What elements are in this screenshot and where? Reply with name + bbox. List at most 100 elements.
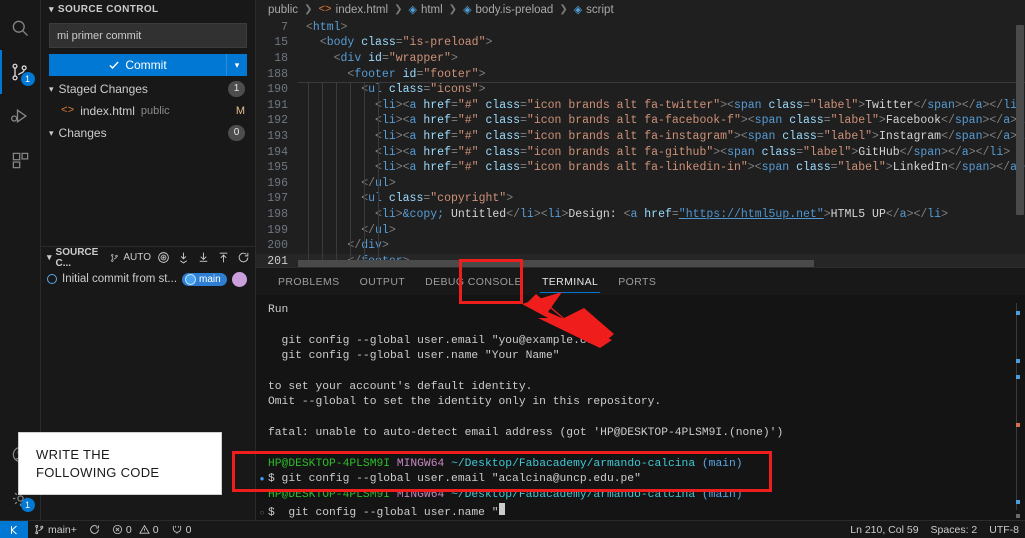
warning-icon [138,524,150,534]
refresh-icon[interactable] [237,251,250,264]
pull-icon[interactable] [197,251,210,264]
command-decoration-icon[interactable]: ○ [256,506,268,520]
chevron-down-icon[interactable]: ▾ [47,252,52,263]
source-control-graph-header: ▾ SOURCE C... Auto [41,246,255,269]
editor-and-panel: public ❯ <> index.html ❯ ◈ html ❯ ◈ body… [256,0,1025,520]
graph-commit-row[interactable]: Initial commit from st... main [41,268,255,290]
code-text: </ul> [361,223,396,237]
status-branch[interactable]: main+ [28,521,83,538]
code-line[interactable]: 15 <body class="is-preload"> [256,35,1025,51]
status-ports-count: 0 [185,523,192,536]
status-warning-count: 0 [152,523,159,536]
status-ports[interactable]: 0 [165,521,198,538]
code-line[interactable]: 190 <ul class="icons"> [256,82,1025,98]
code-text: <ul class="copyright"> [361,192,514,206]
terminal-command-line[interactable]: ● $ git config --global user.email "acalc… [256,472,1025,487]
status-indentation[interactable]: Spaces: 2 [925,521,984,538]
symbol-field-icon: ◈ [408,4,417,17]
commit-dropdown-chevron-down-icon[interactable]: ▾ [226,54,247,76]
commit-button[interactable]: Commit [49,54,226,76]
status-cursor-position[interactable]: Ln 210, Col 59 [844,521,924,538]
status-bar-right: Ln 210, Col 59 Spaces: 2 UTF-8 [844,521,1025,538]
terminal-line: git config --global user.name "Your Name… [268,350,560,363]
git-branch-icon [111,253,118,262]
code-line[interactable]: 18 <div id="wrapper"> [256,51,1025,67]
commit-message-input[interactable] [49,23,247,48]
breadcrumb-item-html[interactable]: html [421,4,443,16]
breadcrumb-item-script[interactable]: script [586,4,613,16]
sidebar-title-label: SOURCE CONTROL [57,4,159,15]
breadcrumb: public ❯ <> index.html ❯ ◈ html ❯ ◈ body… [256,0,1025,20]
chevron-down-icon: ▾ [49,83,54,94]
panel-tab-ports[interactable]: PORTS [608,268,666,295]
group-changes[interactable]: ▾ Changes 0 [41,122,255,144]
code-line[interactable]: 192 <li><a href="#" class="icon brands a… [256,113,1025,129]
terminal-overview-ruler[interactable] [1013,295,1023,520]
terminal-command-line[interactable]: ○ $ git config --global user.name " [256,503,1025,520]
editor-vertical-scrollbar[interactable] [1015,20,1025,267]
code-line[interactable]: 7 <html> [256,20,1025,36]
branch-chip[interactable]: main [182,272,227,286]
terminal-line: fatal: unable to auto-detect email addre… [268,427,784,440]
annotation-note-box: WRITE THE FOLLOWING CODE [18,432,222,495]
panel-tab-output[interactable]: OUTPUT [350,268,416,295]
history-icon[interactable] [157,251,170,264]
fetch-icon[interactable] [177,251,190,264]
group-staged-changes[interactable]: ▾ Staged Changes 1 [41,78,255,100]
panel-tab-problems[interactable]: PROBLEMS [268,268,350,295]
check-icon [109,61,119,69]
panel-tab-debug-console[interactable]: DEBUG CONSOLE [415,268,532,295]
code-line[interactable]: 196 </ul> [256,176,1025,192]
code-line[interactable]: 191 <li><a href="#" class="icon brands a… [256,98,1025,114]
line-number: 199 [267,223,288,237]
breadcrumb-separator: ❯ [559,4,568,16]
code-line[interactable]: 200 </div> [256,238,1025,254]
symbol-field-icon: ◈ [573,4,583,17]
code-line[interactable]: 198 <li>&copy; Untitled</li><li>Design: … [256,207,1025,223]
push-icon[interactable] [217,251,230,264]
terminal-output[interactable]: Run git config --global user.email "you@… [256,295,1025,520]
html-file-icon: <> [61,105,75,117]
breadcrumb-item-public[interactable]: public [268,4,298,16]
bottom-panel: PROBLEMS OUTPUT DEBUG CONSOLE TERMINAL PORTS… [256,267,1025,520]
editor-horizontal-scrollbar[interactable] [298,260,1015,267]
breadcrumb-item-body[interactable]: body.is-preload [476,4,554,16]
staged-file-name: index.html [80,104,135,118]
activity-source-control-icon[interactable]: 1 [0,50,41,94]
commit-message-wrap [41,19,255,48]
code-line[interactable]: 194 <li><a href="#" class="icon brands a… [256,145,1025,161]
status-sync[interactable] [83,521,106,538]
status-encoding[interactable]: UTF-8 [983,521,1025,538]
commit-button-row: Commit ▾ [41,48,255,78]
activity-extensions-icon[interactable] [0,138,41,182]
line-number: 7 [281,20,288,34]
terminal-line: to set your account's default identity. [268,380,533,393]
activity-run-debug-icon[interactable] [0,94,41,138]
html-file-icon: <> [318,3,332,16]
terminal-line: Run [268,304,289,316]
staged-file-folder: public [140,105,170,117]
chevron-down-icon[interactable]: ▾ [49,4,54,15]
graph-auto-label[interactable]: Auto [123,252,151,263]
status-problems[interactable]: 0 0 [106,521,165,538]
remote-window-icon[interactable] [0,520,28,538]
status-bar: main+ 0 0 0 Ln 210, Col 59 Spaces: 2 UTF… [0,520,1025,538]
activity-search-icon[interactable] [0,6,41,50]
breadcrumb-separator: ❯ [448,4,458,16]
breadcrumb-item-file[interactable]: index.html [336,4,388,16]
code-line[interactable]: 197 <ul class="copyright"> [256,191,1025,207]
breadcrumb-separator: ❯ [304,4,313,16]
code-text: <li>&copy; Untitled</li><li>Design: <a h… [375,207,949,221]
code-line[interactable]: 193 <li><a href="#" class="icon brands a… [256,129,1025,145]
code-line[interactable]: 195 <li><a href="#" class="icon brands a… [256,160,1025,176]
code-editor[interactable]: 7 <html> 15 <body class="is-preload"> 18 <d… [256,19,1025,267]
staged-file-row[interactable]: <> index.html public M [41,100,255,122]
panel-tab-terminal[interactable]: TERMINAL [532,268,608,295]
code-text: <body class="is-preload"> [319,36,493,50]
command-decoration-icon[interactable]: ● [256,472,268,487]
code-text: <li><a href="#" class="icon brands alt f… [375,129,1025,143]
code-line[interactable]: 199 </ul> [256,223,1025,239]
code-line[interactable]: 188 <footer id="footer"> [256,67,1025,84]
